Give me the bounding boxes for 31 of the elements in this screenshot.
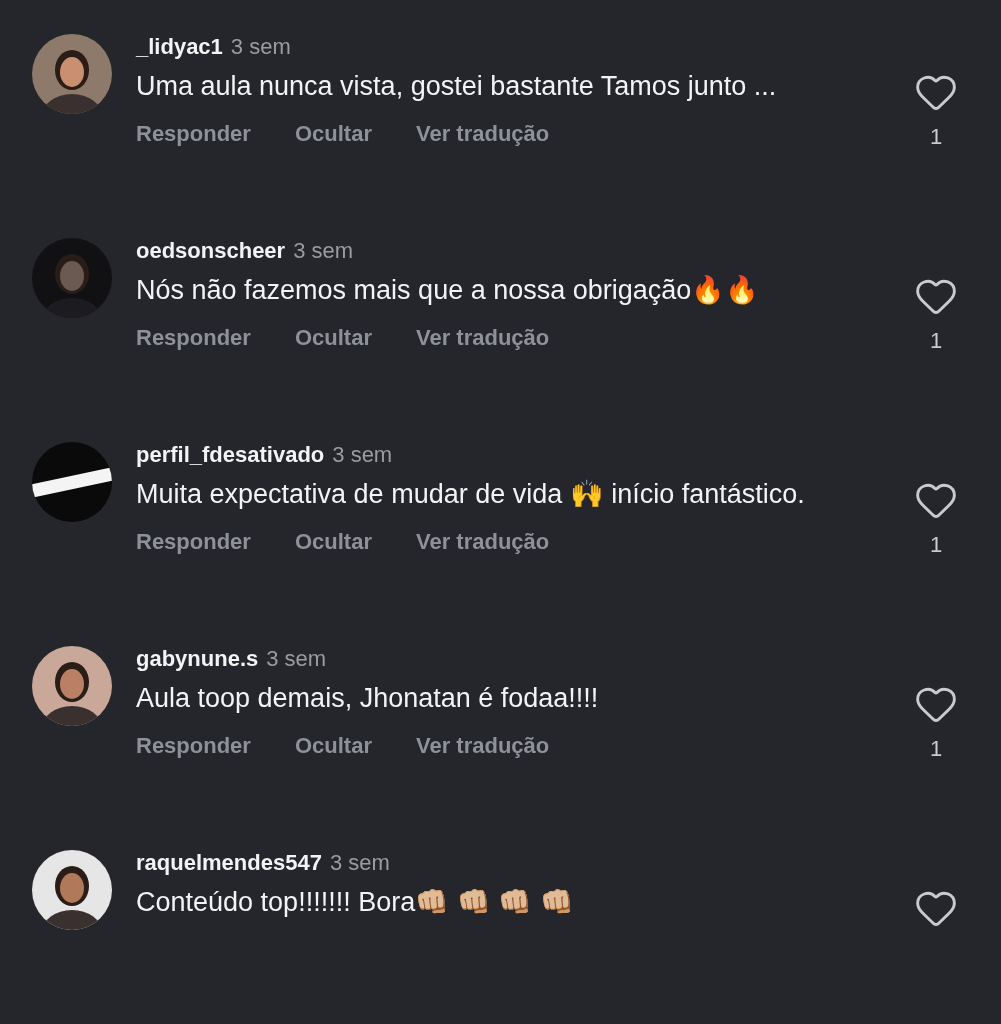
comment-action-link[interactable]: Ver tradução <box>415 731 550 761</box>
comment-action-link[interactable]: Ocultar <box>294 527 372 557</box>
comment-action-link[interactable]: Ocultar <box>294 731 372 761</box>
comment-time: 3 sem <box>293 238 354 264</box>
comment-time: 3 sem <box>332 442 393 468</box>
comment-text: Muita expectativa de mudar de vida 🙌 início fantástico. <box>136 478 806 511</box>
comment-action-link[interactable]: Responder <box>136 323 251 353</box>
comment-text: Uma aula nunca vista, gostei bastante Tamos junto ... <box>136 70 778 103</box>
username[interactable]: oedsonscheer <box>136 238 286 264</box>
comment-action-link[interactable]: Responder <box>136 527 251 557</box>
username[interactable]: gabynune.s <box>136 646 259 672</box>
comment-text: Conteúdo top!!!!!!! Bora👊🏼 👊🏼 👊🏼 👊🏼 <box>136 886 575 919</box>
like-count: 1 <box>929 736 943 762</box>
comment-action-link[interactable]: Ver tradução <box>415 323 550 353</box>
username[interactable]: _lidyac1 <box>136 34 223 60</box>
comment-time: 3 sem <box>329 850 390 876</box>
like-count: 1 <box>929 532 943 558</box>
comment-action-link[interactable]: Ver tradução <box>415 527 550 557</box>
comment-action-link[interactable]: Ocultar <box>294 323 372 353</box>
comment-action-link[interactable]: Ocultar <box>294 119 372 149</box>
comment-action-link[interactable]: Responder <box>136 119 251 149</box>
like-count: 1 <box>929 124 943 150</box>
comment-action-link[interactable]: Ver tradução <box>415 119 550 149</box>
comment-text: Nós não fazemos mais que a nossa obrigação🔥🔥 <box>136 274 761 307</box>
comment-time: 3 sem <box>230 34 291 60</box>
comment-action-link[interactable]: Responder <box>136 731 251 761</box>
comment-text: Aula toop demais, Jhonatan é fodaa!!!! <box>136 682 600 715</box>
username[interactable]: raquelmendes547 <box>136 850 322 876</box>
like-count: 1 <box>929 328 943 354</box>
comment-time: 3 sem <box>266 646 327 672</box>
username[interactable]: perfil_fdesativado <box>136 442 325 468</box>
